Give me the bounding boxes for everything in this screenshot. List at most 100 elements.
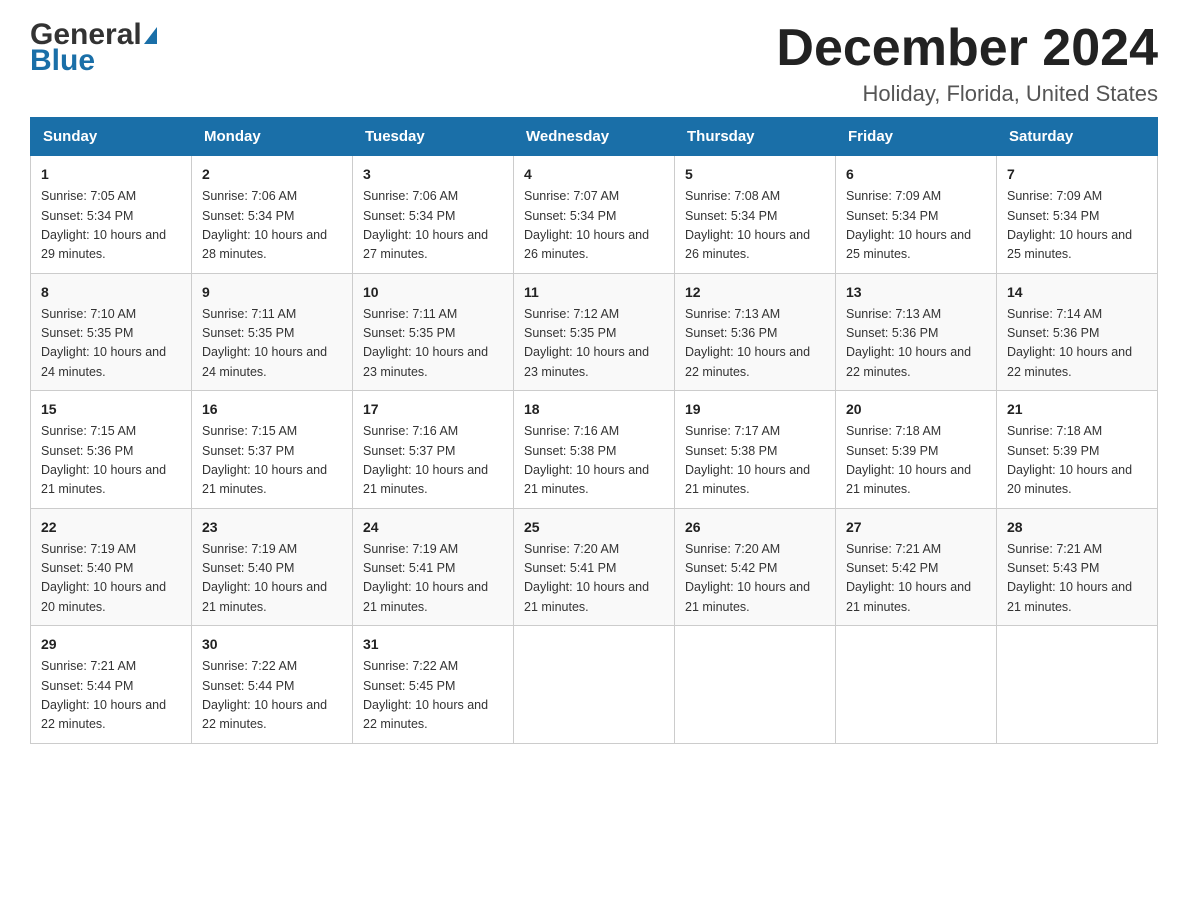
- day-number: 4: [524, 164, 664, 185]
- page-header: General Blue December 2024 Holiday, Flor…: [30, 20, 1158, 107]
- day-info: Sunrise: 7:18 AMSunset: 5:39 PMDaylight:…: [846, 424, 971, 496]
- day-info: Sunrise: 7:21 AMSunset: 5:43 PMDaylight:…: [1007, 542, 1132, 614]
- day-number: 20: [846, 399, 986, 420]
- day-number: 8: [41, 282, 181, 303]
- day-info: Sunrise: 7:13 AMSunset: 5:36 PMDaylight:…: [685, 307, 810, 379]
- week-row-3: 15 Sunrise: 7:15 AMSunset: 5:36 PMDaylig…: [31, 391, 1158, 509]
- table-row: 18 Sunrise: 7:16 AMSunset: 5:38 PMDaylig…: [514, 391, 675, 509]
- table-row: [514, 626, 675, 744]
- col-friday: Friday: [836, 118, 997, 156]
- week-row-4: 22 Sunrise: 7:19 AMSunset: 5:40 PMDaylig…: [31, 508, 1158, 626]
- day-number: 22: [41, 517, 181, 538]
- table-row: 27 Sunrise: 7:21 AMSunset: 5:42 PMDaylig…: [836, 508, 997, 626]
- day-number: 23: [202, 517, 342, 538]
- table-row: 7 Sunrise: 7:09 AMSunset: 5:34 PMDayligh…: [997, 156, 1158, 274]
- location-subtitle: Holiday, Florida, United States: [776, 81, 1158, 107]
- day-info: Sunrise: 7:19 AMSunset: 5:41 PMDaylight:…: [363, 542, 488, 614]
- col-tuesday: Tuesday: [353, 118, 514, 156]
- table-row: 20 Sunrise: 7:18 AMSunset: 5:39 PMDaylig…: [836, 391, 997, 509]
- day-info: Sunrise: 7:22 AMSunset: 5:44 PMDaylight:…: [202, 659, 327, 731]
- table-row: [997, 626, 1158, 744]
- day-info: Sunrise: 7:15 AMSunset: 5:36 PMDaylight:…: [41, 424, 166, 496]
- day-number: 27: [846, 517, 986, 538]
- day-info: Sunrise: 7:21 AMSunset: 5:44 PMDaylight:…: [41, 659, 166, 731]
- table-row: 2 Sunrise: 7:06 AMSunset: 5:34 PMDayligh…: [192, 156, 353, 274]
- table-row: 23 Sunrise: 7:19 AMSunset: 5:40 PMDaylig…: [192, 508, 353, 626]
- day-info: Sunrise: 7:05 AMSunset: 5:34 PMDaylight:…: [41, 189, 166, 261]
- col-monday: Monday: [192, 118, 353, 156]
- calendar-table: Sunday Monday Tuesday Wednesday Thursday…: [30, 117, 1158, 744]
- table-row: 11 Sunrise: 7:12 AMSunset: 5:35 PMDaylig…: [514, 273, 675, 391]
- day-number: 19: [685, 399, 825, 420]
- table-row: [675, 626, 836, 744]
- week-row-2: 8 Sunrise: 7:10 AMSunset: 5:35 PMDayligh…: [31, 273, 1158, 391]
- logo-blue-text: Blue: [30, 46, 158, 76]
- day-info: Sunrise: 7:11 AMSunset: 5:35 PMDaylight:…: [363, 307, 488, 379]
- month-year-title: December 2024: [776, 20, 1158, 77]
- day-info: Sunrise: 7:21 AMSunset: 5:42 PMDaylight:…: [846, 542, 971, 614]
- day-number: 21: [1007, 399, 1147, 420]
- table-row: 21 Sunrise: 7:18 AMSunset: 5:39 PMDaylig…: [997, 391, 1158, 509]
- header-row: Sunday Monday Tuesday Wednesday Thursday…: [31, 118, 1158, 156]
- table-row: 25 Sunrise: 7:20 AMSunset: 5:41 PMDaylig…: [514, 508, 675, 626]
- table-row: 8 Sunrise: 7:10 AMSunset: 5:35 PMDayligh…: [31, 273, 192, 391]
- day-info: Sunrise: 7:06 AMSunset: 5:34 PMDaylight:…: [363, 189, 488, 261]
- day-number: 16: [202, 399, 342, 420]
- table-row: 16 Sunrise: 7:15 AMSunset: 5:37 PMDaylig…: [192, 391, 353, 509]
- day-info: Sunrise: 7:20 AMSunset: 5:41 PMDaylight:…: [524, 542, 649, 614]
- col-wednesday: Wednesday: [514, 118, 675, 156]
- day-number: 25: [524, 517, 664, 538]
- day-info: Sunrise: 7:16 AMSunset: 5:38 PMDaylight:…: [524, 424, 649, 496]
- table-row: 15 Sunrise: 7:15 AMSunset: 5:36 PMDaylig…: [31, 391, 192, 509]
- table-row: 19 Sunrise: 7:17 AMSunset: 5:38 PMDaylig…: [675, 391, 836, 509]
- table-row: 22 Sunrise: 7:19 AMSunset: 5:40 PMDaylig…: [31, 508, 192, 626]
- week-row-5: 29 Sunrise: 7:21 AMSunset: 5:44 PMDaylig…: [31, 626, 1158, 744]
- day-info: Sunrise: 7:17 AMSunset: 5:38 PMDaylight:…: [685, 424, 810, 496]
- day-info: Sunrise: 7:06 AMSunset: 5:34 PMDaylight:…: [202, 189, 327, 261]
- table-row: [836, 626, 997, 744]
- day-info: Sunrise: 7:22 AMSunset: 5:45 PMDaylight:…: [363, 659, 488, 731]
- day-number: 29: [41, 634, 181, 655]
- day-info: Sunrise: 7:18 AMSunset: 5:39 PMDaylight:…: [1007, 424, 1132, 496]
- table-row: 29 Sunrise: 7:21 AMSunset: 5:44 PMDaylig…: [31, 626, 192, 744]
- day-number: 7: [1007, 164, 1147, 185]
- day-number: 26: [685, 517, 825, 538]
- day-number: 17: [363, 399, 503, 420]
- col-saturday: Saturday: [997, 118, 1158, 156]
- day-info: Sunrise: 7:20 AMSunset: 5:42 PMDaylight:…: [685, 542, 810, 614]
- logo: General Blue: [30, 20, 158, 76]
- table-row: 14 Sunrise: 7:14 AMSunset: 5:36 PMDaylig…: [997, 273, 1158, 391]
- table-row: 28 Sunrise: 7:21 AMSunset: 5:43 PMDaylig…: [997, 508, 1158, 626]
- day-info: Sunrise: 7:09 AMSunset: 5:34 PMDaylight:…: [1007, 189, 1132, 261]
- table-row: 4 Sunrise: 7:07 AMSunset: 5:34 PMDayligh…: [514, 156, 675, 274]
- day-info: Sunrise: 7:19 AMSunset: 5:40 PMDaylight:…: [41, 542, 166, 614]
- table-row: 6 Sunrise: 7:09 AMSunset: 5:34 PMDayligh…: [836, 156, 997, 274]
- day-number: 9: [202, 282, 342, 303]
- table-row: 12 Sunrise: 7:13 AMSunset: 5:36 PMDaylig…: [675, 273, 836, 391]
- col-sunday: Sunday: [31, 118, 192, 156]
- day-number: 14: [1007, 282, 1147, 303]
- day-info: Sunrise: 7:10 AMSunset: 5:35 PMDaylight:…: [41, 307, 166, 379]
- table-row: 13 Sunrise: 7:13 AMSunset: 5:36 PMDaylig…: [836, 273, 997, 391]
- day-number: 11: [524, 282, 664, 303]
- day-number: 12: [685, 282, 825, 303]
- day-info: Sunrise: 7:13 AMSunset: 5:36 PMDaylight:…: [846, 307, 971, 379]
- day-number: 31: [363, 634, 503, 655]
- col-thursday: Thursday: [675, 118, 836, 156]
- table-row: 26 Sunrise: 7:20 AMSunset: 5:42 PMDaylig…: [675, 508, 836, 626]
- day-number: 13: [846, 282, 986, 303]
- day-info: Sunrise: 7:08 AMSunset: 5:34 PMDaylight:…: [685, 189, 810, 261]
- table-row: 30 Sunrise: 7:22 AMSunset: 5:44 PMDaylig…: [192, 626, 353, 744]
- day-info: Sunrise: 7:16 AMSunset: 5:37 PMDaylight:…: [363, 424, 488, 496]
- day-number: 30: [202, 634, 342, 655]
- day-number: 24: [363, 517, 503, 538]
- day-number: 2: [202, 164, 342, 185]
- table-row: 5 Sunrise: 7:08 AMSunset: 5:34 PMDayligh…: [675, 156, 836, 274]
- table-row: 3 Sunrise: 7:06 AMSunset: 5:34 PMDayligh…: [353, 156, 514, 274]
- table-row: 9 Sunrise: 7:11 AMSunset: 5:35 PMDayligh…: [192, 273, 353, 391]
- day-info: Sunrise: 7:09 AMSunset: 5:34 PMDaylight:…: [846, 189, 971, 261]
- week-row-1: 1 Sunrise: 7:05 AMSunset: 5:34 PMDayligh…: [31, 156, 1158, 274]
- day-number: 28: [1007, 517, 1147, 538]
- logo-triangle-icon: [144, 27, 157, 44]
- day-number: 3: [363, 164, 503, 185]
